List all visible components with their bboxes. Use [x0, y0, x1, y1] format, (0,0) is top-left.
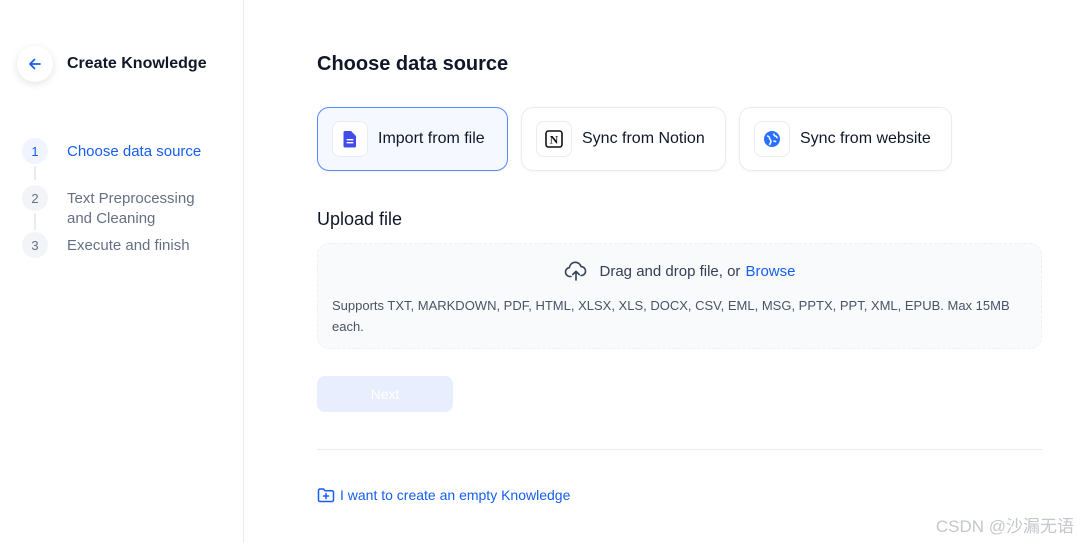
dropzone-prompt: Drag and drop file, or Browse	[318, 260, 1041, 282]
section-title: Choose data source	[317, 53, 509, 75]
step-number: 3	[22, 232, 48, 258]
step-label: Execute and finish	[67, 237, 190, 254]
notion-icon: N	[536, 121, 572, 157]
empty-knowledge-label: I want to create an empty Knowledge	[340, 487, 571, 503]
source-sync-notion[interactable]: N Sync from Notion	[521, 107, 726, 171]
watermark: CSDN @沙漏无语	[935, 517, 1074, 536]
source-sync-website[interactable]: Sync from website	[739, 107, 952, 171]
folder-plus-icon	[317, 488, 335, 503]
step-label-line: Text Preprocessing	[67, 190, 195, 207]
step-connector	[34, 213, 36, 230]
page-title: Create Knowledge	[67, 55, 207, 72]
back-button[interactable]	[17, 46, 53, 82]
step-connector	[34, 166, 36, 180]
step-label-line: and Cleaning	[67, 210, 156, 227]
step-number: 2	[22, 185, 48, 211]
cloud-upload-icon	[564, 261, 586, 281]
step-choose-data-source: 1 Choose data source	[22, 138, 201, 164]
sidebar: Create Knowledge 1 Choose data source 2 …	[0, 0, 244, 543]
step-label: Text Preprocessing and Cleaning	[67, 189, 195, 229]
upload-title: Upload file	[317, 209, 403, 229]
browse-link[interactable]: Browse	[745, 263, 795, 280]
svg-text:N: N	[550, 133, 559, 147]
arrow-left-icon	[29, 58, 41, 70]
next-button[interactable]: Next	[317, 376, 453, 412]
source-label: Import from file	[378, 130, 485, 147]
step-label: Choose data source	[67, 143, 202, 160]
source-label: Sync from Notion	[582, 130, 705, 147]
file-icon	[332, 121, 368, 157]
step-number: 1	[22, 138, 48, 164]
divider	[317, 449, 1042, 450]
source-label: Sync from website	[800, 130, 931, 147]
file-dropzone[interactable]: Drag and drop file, or Browse Supports T…	[317, 243, 1042, 349]
step-execute-finish: 3 Execute and finish	[22, 232, 190, 258]
step-text-preprocessing: 2 Text Preprocessing and Cleaning	[22, 185, 195, 227]
globe-icon	[754, 121, 790, 157]
source-import-file[interactable]: Import from file	[317, 107, 508, 171]
dropzone-text: Drag and drop file, or	[599, 262, 741, 280]
supported-formats-hint: Supports TXT, MARKDOWN, PDF, HTML, XLSX,…	[332, 298, 1010, 334]
create-empty-knowledge-link[interactable]: I want to create an empty Knowledge	[317, 487, 570, 503]
